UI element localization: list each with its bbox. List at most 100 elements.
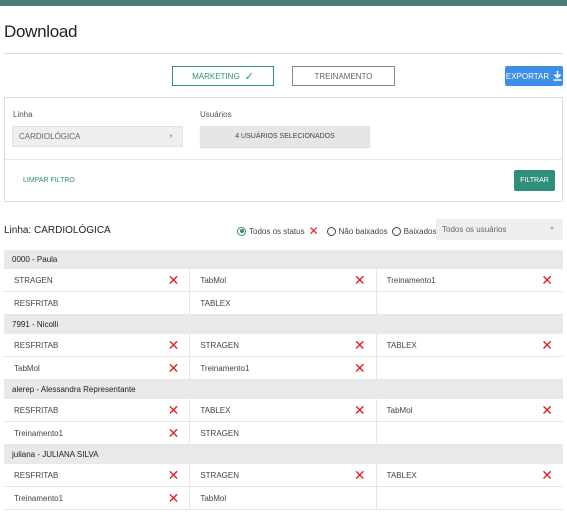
table-row: TabMol ✕ Treinamento1 ✕ xyxy=(4,357,563,380)
x-icon: ✕ xyxy=(353,467,366,483)
users-filter-value: Todos os usuários xyxy=(442,225,507,234)
table-cell: TabMol ✕ xyxy=(377,399,563,421)
x-icon: ✕ xyxy=(353,402,366,418)
table-row: Treinamento1 ✕ STRAGEN xyxy=(4,422,563,445)
x-icon: ✕ xyxy=(167,490,180,506)
material-label: Treinamento1 xyxy=(386,275,436,285)
x-icon: ✕ xyxy=(541,272,553,288)
table-cell: TabMol xyxy=(190,487,377,509)
radio-not-downloaded[interactable]: Não baixados xyxy=(326,226,388,236)
filter-divider xyxy=(5,159,562,160)
x-icon: ✕ xyxy=(541,467,553,483)
x-icon: ✕ xyxy=(167,360,180,376)
results-heading: Linha: CARDIOLÓGICA xyxy=(4,225,111,236)
radio-all-status-label: Todos os status xyxy=(249,226,305,236)
table-cell: TABLEX ✕ xyxy=(377,464,563,486)
material-label: TABLEX xyxy=(386,340,417,350)
filter-panel: Linha Usuários CARDIOLÓGICA ▼ 4 USUÁRIOS… xyxy=(4,97,563,202)
table-cell: TabMol ✕ xyxy=(190,269,377,291)
filter-button[interactable]: FILTRAR xyxy=(514,170,555,191)
material-label: Treinamento1 xyxy=(14,428,64,438)
material-label: TabMol xyxy=(386,405,413,415)
material-label: STRAGEN xyxy=(200,428,239,438)
chevron-down-icon: ▼ xyxy=(168,134,174,140)
export-button-label: EXPORTAR xyxy=(505,71,550,81)
linha-select-value: CARDIOLÓGICA xyxy=(19,132,81,141)
material-label: RESFRITAB xyxy=(14,340,59,350)
material-label: TABLEX xyxy=(386,470,417,480)
group-header: 0000 - Paula xyxy=(4,250,563,269)
users-selected-label: 4 USUÁRIOS SELECIONADOS xyxy=(235,133,335,140)
download-icon xyxy=(553,71,562,81)
material-label: STRAGEN xyxy=(14,275,53,285)
filter-button-label: FILTRAR xyxy=(520,177,549,184)
empty-cell xyxy=(376,357,563,379)
x-icon: ✕ xyxy=(541,402,553,418)
results-table: 0000 - Paula STRAGEN ✕ TabMol ✕ Treinamento1 ✕… xyxy=(4,250,563,510)
table-cell: STRAGEN ✕ xyxy=(190,464,377,486)
table-cell: TabMol ✕ xyxy=(4,357,191,379)
material-label: Treinamento1 xyxy=(14,493,64,503)
check-icon: ✓ xyxy=(244,70,254,83)
radio-downloaded-label: Baixados xyxy=(403,226,437,236)
table-cell: Treinamento1 ✕ xyxy=(4,487,191,509)
table-row: STRAGEN ✕ TabMol ✕ Treinamento1 ✕ xyxy=(4,269,563,292)
table-row: Treinamento1 ✕ TabMol xyxy=(4,487,563,510)
x-icon: ✕ xyxy=(167,467,180,483)
users-filter-select[interactable]: Todos os usuários ▼ xyxy=(436,219,563,240)
x-icon: ✕ xyxy=(167,272,180,288)
table-row: RESFRITAB ✕ STRAGEN ✕ TABLEX ✕ xyxy=(4,334,563,357)
table-cell: Treinamento1 ✕ xyxy=(4,422,191,444)
page-title: Download xyxy=(4,22,78,41)
users-selected-button[interactable]: 4 USUÁRIOS SELECIONADOS xyxy=(200,126,370,147)
radio-not-downloaded-label: Não baixados xyxy=(338,226,388,236)
material-label: RESFRITAB xyxy=(14,298,59,308)
table-row: RESFRITAB TABLEX xyxy=(4,292,563,315)
radio-icon xyxy=(326,226,336,236)
x-icon: ✕ xyxy=(308,224,319,238)
material-label: TABLEX xyxy=(200,298,231,308)
usuarios-label: Usuários xyxy=(200,110,232,119)
empty-cell xyxy=(376,292,563,314)
table-cell: TABLEX ✕ xyxy=(377,334,563,356)
export-button[interactable]: EXPORTAR xyxy=(505,66,563,86)
table-cell: RESFRITAB ✕ xyxy=(4,334,191,356)
linha-label: Linha xyxy=(13,110,33,119)
tab-treinamento-label: TREINAMENTO xyxy=(314,71,373,81)
chevron-down-icon: ▼ xyxy=(549,226,555,232)
table-row: RESFRITAB ✕ STRAGEN ✕ TABLEX ✕ xyxy=(4,464,563,487)
material-label: TabMol xyxy=(14,363,40,373)
status-radio-group: Todos os status ✕ Não baixados Baixados xyxy=(237,225,441,237)
empty-cell xyxy=(376,422,563,444)
table-cell: Treinamento1 ✕ xyxy=(377,269,563,291)
table-cell: STRAGEN xyxy=(190,422,377,444)
group-header: alerep - Alessandra Representante xyxy=(4,380,563,399)
table-cell: Treinamento1 ✕ xyxy=(190,357,377,379)
x-icon: ✕ xyxy=(353,337,366,353)
empty-cell xyxy=(376,487,563,509)
radio-checked-icon xyxy=(237,226,246,236)
radio-icon xyxy=(391,226,401,236)
material-label: RESFRITAB xyxy=(14,405,59,415)
material-label: STRAGEN xyxy=(200,470,239,480)
top-bar xyxy=(0,0,567,6)
table-cell: STRAGEN ✕ xyxy=(4,269,191,291)
title-divider xyxy=(4,53,563,54)
tab-treinamento[interactable]: TREINAMENTO xyxy=(292,66,395,86)
material-label: TABLEX xyxy=(200,405,231,415)
table-cell: RESFRITAB ✕ xyxy=(4,399,191,421)
x-icon: ✕ xyxy=(353,272,366,288)
group-header: 7991 - Nicolli xyxy=(4,315,563,334)
material-label: TabMol xyxy=(200,275,227,285)
clear-filter-link[interactable]: LIMPAR FILTRO xyxy=(23,177,75,184)
x-icon: ✕ xyxy=(541,337,553,353)
tab-marketing[interactable]: MARKETING ✓ xyxy=(172,66,274,86)
linha-select[interactable]: CARDIOLÓGICA ▼ xyxy=(12,126,183,147)
table-cell: TABLEX ✕ xyxy=(190,399,377,421)
x-icon: ✕ xyxy=(167,402,180,418)
radio-downloaded[interactable]: Baixados xyxy=(391,226,437,236)
radio-all-status[interactable]: Todos os status ✕ xyxy=(237,225,323,237)
x-icon: ✕ xyxy=(167,337,180,353)
x-icon: ✕ xyxy=(353,360,366,376)
group-header: juliana - JULIANA SILVA xyxy=(4,445,563,464)
